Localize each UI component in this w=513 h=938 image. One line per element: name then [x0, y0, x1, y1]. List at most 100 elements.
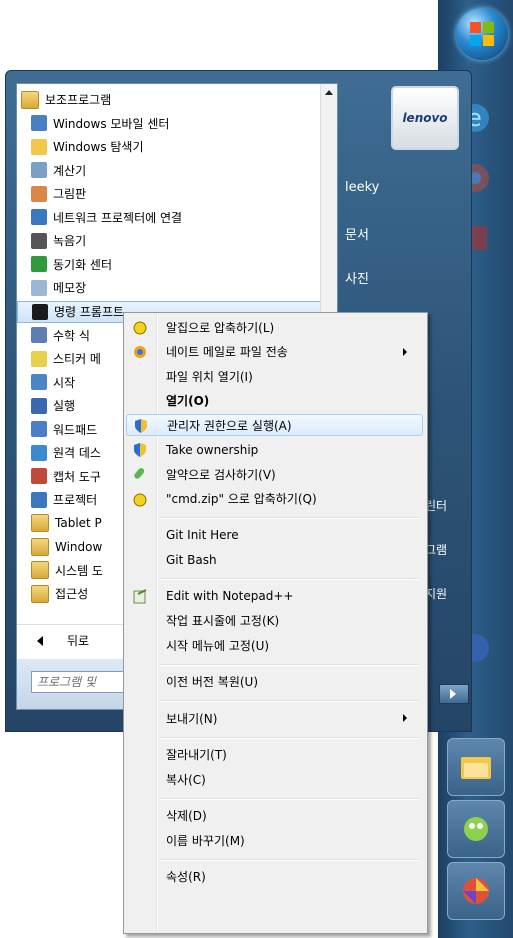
menu-item[interactable]: 시작 메뉴에 고정(U) [126, 634, 423, 656]
program-label: 스티커 메 [53, 352, 101, 367]
menu-separator [160, 517, 420, 519]
program-label: 워드패드 [53, 422, 98, 437]
menu-item-label: 알집으로 압축하기(L) [166, 320, 275, 335]
menu-item[interactable]: 복사(C) [126, 768, 423, 790]
program-item[interactable]: 녹음기 [17, 229, 322, 253]
program-label: 시스템 도 [55, 563, 103, 578]
notepadpp-icon [132, 588, 148, 604]
menu-item-label: Edit with Notepad++ [166, 589, 294, 603]
start-orb[interactable] [456, 8, 508, 60]
projector-icon [31, 209, 47, 226]
link-help-partial[interactable]: 지원 [425, 585, 447, 602]
windows-logo-icon [470, 22, 494, 46]
menu-separator [160, 578, 420, 580]
program-label: 접근성 [55, 587, 89, 602]
menu-separator [160, 663, 420, 666]
program-item[interactable]: 그림판 [17, 182, 322, 206]
menu-item[interactable]: 작업 표시줄에 고정(K) [126, 610, 423, 632]
program-item[interactable]: 계산기 [17, 159, 322, 183]
menu-item[interactable]: Edit with Notepad++ [126, 585, 423, 607]
menu-item[interactable]: 이름 바꾸기(M) [126, 829, 423, 851]
program-label: Tablet P [55, 516, 102, 531]
menu-item[interactable]: 보내기(N) [126, 707, 423, 729]
menu-item[interactable]: 잘라내기(T) [126, 744, 423, 766]
menu-item[interactable]: 알집으로 압축하기(L) [126, 316, 423, 338]
user-picture[interactable]: lenovo [391, 86, 459, 150]
menu-separator [160, 700, 420, 702]
submenu-arrow-icon [403, 347, 407, 356]
program-label: 캡처 도구 [53, 469, 101, 484]
back-arrow-icon [37, 635, 43, 646]
alyac-icon [132, 466, 148, 482]
link-default-programs-partial[interactable]: 그램 [425, 541, 447, 558]
menu-item[interactable]: 삭제(D) [126, 805, 423, 827]
alzip-icon [132, 491, 148, 507]
program-item[interactable]: 네트워크 프로젝터에 연결 [17, 206, 322, 230]
menu-item-label: 삭제(D) [166, 809, 207, 823]
menu-item-label: Git Bash [166, 552, 217, 567]
sync-icon [31, 256, 47, 273]
program-label: 프로젝터 [53, 493, 98, 508]
folder-icon [31, 561, 49, 580]
menu-item-label: 네이트 메일로 파일 전송 [166, 345, 288, 359]
program-item[interactable]: 동기화 센터 [17, 253, 322, 277]
menu-item-label: Git Init Here [166, 528, 239, 542]
menu-item[interactable]: 관리자 권한으로 실행(A) [126, 414, 423, 436]
program-label: 메모장 [53, 281, 87, 296]
menu-item-label: Take ownership [166, 442, 259, 457]
messenger-icon[interactable] [447, 800, 505, 858]
link-documents[interactable]: 문서 [345, 224, 369, 243]
link-devices-partial[interactable]: 린터 [425, 497, 447, 514]
lenovo-logo: lenovo [402, 111, 448, 125]
program-label: 명령 프롬프트 [54, 305, 125, 319]
start-icon [31, 374, 47, 391]
menu-item-label: "cmd.zip" 으로 압축하기(Q) [166, 492, 317, 506]
file-explorer-icon[interactable] [447, 738, 505, 796]
sticky-notes-icon [31, 350, 47, 367]
program-label: 계산기 [53, 163, 87, 178]
menu-item[interactable]: 알약으로 검사하기(V) [126, 463, 423, 485]
scroll-up-icon[interactable] [325, 90, 333, 95]
context-menu: 알집으로 압축하기(L) 네이트 메일로 파일 전송파일 위치 열기(I) 열기(O… [123, 312, 428, 934]
run-icon [31, 397, 47, 414]
menu-item-label: 잘라내기(T) [166, 748, 227, 762]
program-item[interactable]: Windows 탐색기 [17, 135, 322, 159]
menu-item-label: 보내기(N) [166, 711, 218, 726]
calculator-icon [31, 162, 47, 179]
program-label: 실행 [53, 399, 76, 414]
wordpad-icon [31, 421, 47, 438]
submenu-arrow-icon [403, 714, 407, 722]
program-label: 시작 [53, 375, 76, 390]
menu-item[interactable]: 파일 위치 열기(I) [126, 365, 423, 387]
cmd-icon [32, 303, 48, 320]
menu-item[interactable]: 속성(R) [126, 866, 423, 888]
folder-icon [21, 90, 39, 109]
folder-icon [31, 584, 49, 603]
shield-icon [132, 442, 148, 458]
remote-desktop-icon [31, 444, 47, 461]
menu-item[interactable]: 이전 버전 복원(U) [126, 671, 423, 693]
snipping-icon [31, 468, 47, 485]
menu-item[interactable]: 열기(O) [126, 390, 423, 412]
menu-item-label: 작업 표시줄에 고정(K) [166, 614, 280, 628]
link-user[interactable]: leeky [345, 180, 379, 195]
program-label: 수학 식 [53, 328, 90, 343]
program-item[interactable]: Windows 모바일 센터 [17, 112, 322, 136]
power-options-button[interactable] [439, 684, 469, 704]
paint-app-icon[interactable] [447, 862, 505, 920]
menu-item[interactable]: Take ownership [126, 439, 423, 461]
menu-item[interactable]: 네이트 메일로 파일 전송 [126, 341, 423, 363]
projector-icon [31, 491, 47, 508]
menu-separator [160, 858, 420, 861]
menu-item-label: 시작 메뉴에 고정(U) [166, 638, 270, 653]
menu-item-label: 복사(C) [166, 772, 206, 787]
program-label: 동기화 센터 [53, 257, 113, 272]
menu-item[interactable]: Git Init Here [126, 524, 423, 546]
program-item[interactable]: 메모장 [17, 276, 322, 300]
program-item[interactable]: 보조프로그램 [17, 88, 322, 112]
link-pictures[interactable]: 사진 [345, 268, 369, 287]
menu-item[interactable]: "cmd.zip" 으로 압축하기(Q) [126, 488, 423, 510]
program-label: Windows 탐색기 [53, 140, 144, 155]
menu-separator [160, 797, 420, 800]
menu-item[interactable]: Git Bash [126, 549, 423, 571]
